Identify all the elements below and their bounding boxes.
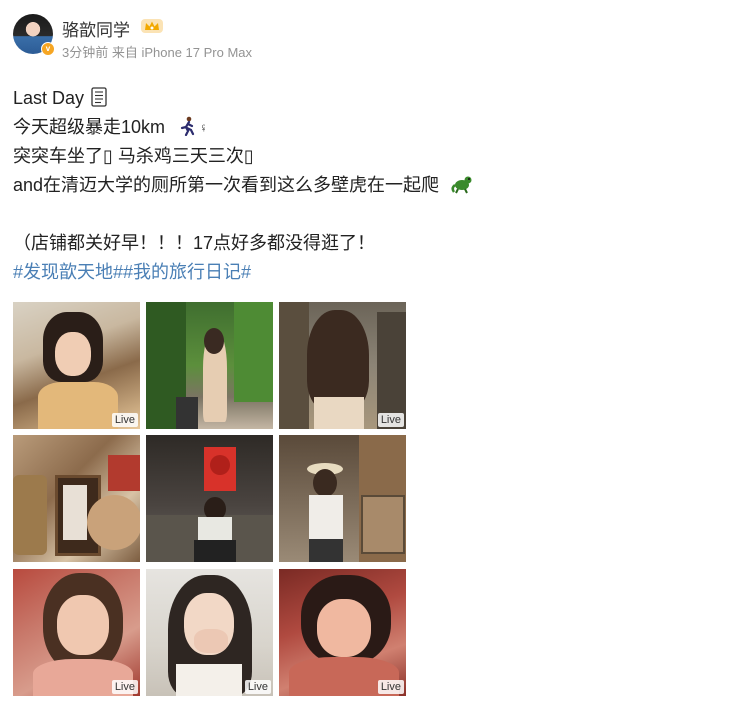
line-1: Last Day [13, 88, 85, 108]
photo-4[interactable] [13, 435, 140, 562]
photo-7[interactable]: Live [13, 569, 140, 696]
verified-badge-icon: v [41, 42, 55, 56]
photo-3[interactable]: Live [279, 302, 406, 429]
line-5: （店铺都关好早！！！17点好多都没得逛了！ [13, 233, 376, 253]
live-badge: Live [377, 413, 404, 427]
photo-5[interactable] [146, 435, 273, 562]
photo-2[interactable] [146, 302, 273, 429]
line-2: 今天超级暴走10km [13, 117, 166, 137]
line-3: 突突车坐了▯ 马杀鸡三天三次▯ [13, 146, 254, 166]
username[interactable]: 骆歆同学 [62, 16, 130, 41]
hashtags-link[interactable]: #发现歆天地##我的旅行日记# [13, 258, 713, 287]
book-icon [91, 87, 107, 107]
crown-icon[interactable] [140, 17, 164, 35]
live-badge: Live [111, 413, 138, 427]
photo-6[interactable] [279, 435, 406, 562]
live-badge: Live [244, 680, 271, 694]
photo-1[interactable]: Live [13, 302, 140, 429]
runner-icon: ♀ [180, 116, 205, 136]
photo-8[interactable]: Live [146, 569, 273, 696]
svg-text:♀: ♀ [199, 120, 205, 135]
live-badge: Live [111, 680, 138, 694]
post-meta: 3分钟前 来自 iPhone 17 Pro Max [62, 45, 253, 60]
photo-9[interactable]: Live [279, 569, 406, 696]
lizard-icon [451, 176, 472, 194]
post-content: Last Day 今天超级暴走10km ♀ 突突车坐了▯ 马杀鸡三天三次▯ an… [13, 84, 713, 287]
line-4: and在清迈大学的厕所第一次看到这么多壁虎在一起爬 [13, 175, 440, 195]
live-badge: Live [377, 680, 404, 694]
